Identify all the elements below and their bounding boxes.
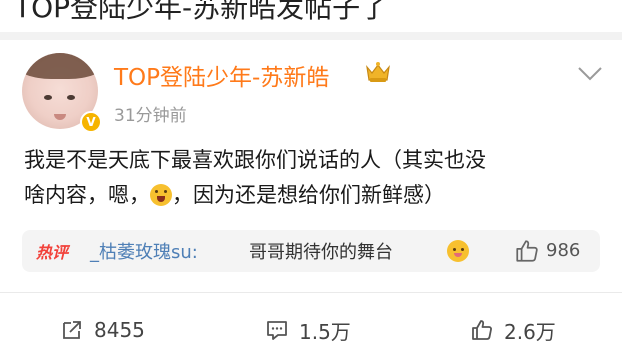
share-count: 8455 bbox=[94, 318, 145, 342]
crown-icon bbox=[366, 62, 390, 82]
post-text-line2-b: ，因为还是想给你们新鲜感） bbox=[172, 183, 445, 207]
post-text-line2-a: 啥内容，嗯， bbox=[24, 183, 150, 207]
blush-emoji-icon bbox=[447, 240, 469, 262]
chevron-down-icon[interactable] bbox=[575, 64, 605, 84]
post-text-line1: 我是不是天底下最喜欢跟你们说话的人（其实也没 bbox=[24, 148, 486, 172]
comment-icon bbox=[267, 321, 287, 340]
emoji-icon bbox=[150, 184, 172, 206]
hot-comment-like-count: 986 bbox=[546, 240, 581, 261]
share-button[interactable]: 8455 bbox=[60, 316, 145, 344]
thumbs-up-icon bbox=[472, 320, 492, 340]
section-divider bbox=[0, 32, 622, 40]
hot-comment-label: 热评 bbox=[36, 243, 69, 262]
username[interactable]: TOP登陆少年-苏新皓 bbox=[114, 58, 329, 92]
v-badge-icon: V bbox=[80, 111, 102, 133]
comment-count: 1.5万 bbox=[299, 319, 351, 344]
hot-comment[interactable]: 热评 _枯萎玫瑰su: 哥哥期待你的舞台 986 bbox=[22, 230, 600, 272]
footer-divider bbox=[0, 292, 622, 293]
hot-comment-text: 哥哥期待你的舞台 bbox=[249, 242, 393, 263]
like-button[interactable]: 2.6万 bbox=[470, 316, 556, 344]
header-caption: TOP登陆少年-苏新皓发帖子了 bbox=[14, 0, 389, 24]
comment-button[interactable]: 1.5万 bbox=[265, 316, 351, 344]
hot-comment-user[interactable]: _枯萎玫瑰su: bbox=[90, 238, 198, 264]
post-time: 31分钟前 bbox=[114, 106, 187, 126]
share-icon bbox=[63, 321, 81, 339]
thumbs-up-icon[interactable] bbox=[514, 238, 540, 264]
post-text: 我是不是天底下最喜欢跟你们说话的人（其实也没 啥内容，嗯， ，因为还是想给你们新鲜… bbox=[24, 143, 609, 213]
like-count: 2.6万 bbox=[504, 319, 556, 344]
